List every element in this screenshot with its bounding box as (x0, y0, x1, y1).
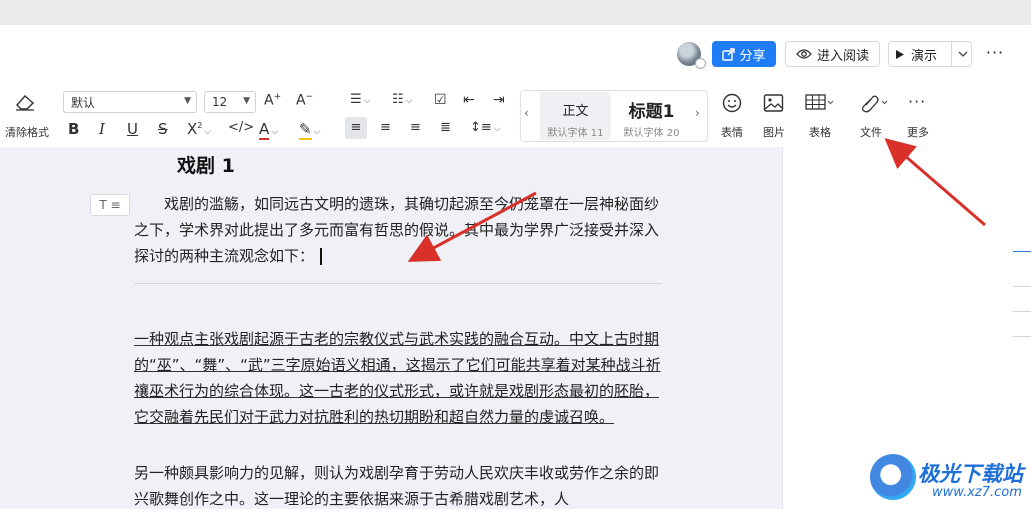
annotation-arrow (407, 191, 537, 262)
watermark-name: 极光下载站 (918, 462, 1023, 486)
annotation-arrows (407, 138, 986, 262)
watermark-logo (870, 454, 916, 500)
annotation-arrow (884, 138, 986, 227)
watermark-url: www.xz7.com (932, 485, 1022, 500)
